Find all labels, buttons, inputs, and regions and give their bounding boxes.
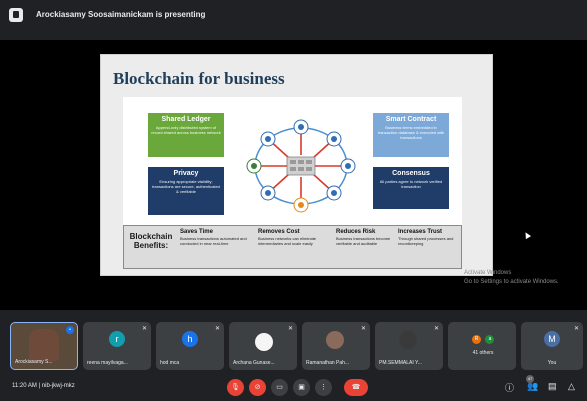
others-tile[interactable]: R a 41 others (448, 322, 516, 370)
participant-name: Ramanathan Pah... (306, 360, 350, 366)
benefits-label-line1: Blockchain (129, 232, 173, 241)
camera-off-icon[interactable]: ⊘ (249, 379, 266, 396)
more-options-icon[interactable]: ⋮ (315, 379, 332, 396)
bottom-control-bar: 11:20 AM | nib-jkwj-mkz 🎙 ⊘ ▭ ▣ ⋮ ☎ ⓘ 👥 … (0, 374, 587, 401)
activate-windows-hint: Go to Settings to activate Windows. (464, 279, 559, 285)
participant-tile[interactable]: ✕ Archana Gunase... (229, 322, 297, 370)
end-call-icon[interactable]: ☎ (344, 379, 368, 396)
benefits-label: Blockchain Benefits: (127, 232, 175, 250)
shared-ledger-desc: Append-only distributed system of record… (151, 125, 221, 135)
avatar (326, 331, 344, 349)
participant-tile[interactable]: • Arockiasamy S... (10, 322, 78, 370)
avatar: R (472, 335, 481, 344)
smart-contract-title: Smart Contract (385, 116, 437, 123)
shared-ledger-title: Shared Ledger (161, 116, 211, 123)
mic-off-icon[interactable]: 🎙 (227, 379, 244, 396)
privacy-box: Privacy Ensuring appropriate visibility;… (148, 167, 224, 215)
consensus-desc: All parties agree to network verified tr… (379, 179, 443, 189)
benefit-desc: Business networks can eliminate intermed… (258, 236, 317, 246)
participant-tile[interactable]: ✕ Ramanathan Pah... (302, 322, 370, 370)
participant-name: Arockiasamy S... (15, 359, 53, 365)
participant-name: Archana Gunase... (233, 360, 275, 366)
slide-title: Blockchain for business (113, 69, 285, 88)
participant-tile[interactable]: h ✕ hod mca (156, 322, 224, 370)
presentation-icon (9, 8, 23, 22)
smart-contract-desc: Business terms embedded in transaction d… (377, 125, 445, 140)
benefit-reduces-risk: Reduces Risk Business transactions becom… (336, 229, 404, 246)
benefit-heading: Increases Trust (398, 229, 443, 235)
smart-contract-box: Smart Contract Business terms embedded i… (373, 113, 449, 157)
benefit-desc: Through shared processes and recordkeepi… (398, 236, 454, 246)
benefit-saves-time: Saves Time Business transactions automat… (180, 229, 248, 246)
participant-name: You (547, 360, 557, 366)
avatar: r (109, 331, 125, 347)
mic-muted-icon: ✕ (573, 326, 579, 332)
blockchain-diagram: Shared Ledger Append-only distributed sy… (123, 97, 462, 269)
captions-icon[interactable]: ▭ (271, 379, 288, 396)
participant-name: reena mayilvaga... (87, 360, 128, 366)
participant-tile[interactable]: r ✕ reena mayilvaga... (83, 322, 151, 370)
others-avatars: R a (472, 327, 495, 345)
speaking-indicator-icon: • (66, 326, 74, 334)
activities-icon[interactable]: △ (568, 381, 575, 392)
benefits-label-line2: Benefits: (133, 241, 169, 250)
others-count: 41 others (472, 350, 494, 356)
ledger-icon (286, 156, 316, 176)
meeting-time-code: 11:20 AM | nib-jkwj-mkz (12, 383, 75, 389)
network-hub-graphic (246, 119, 356, 213)
top-bar: Arockiasamy Soosaimanickam is presenting (0, 0, 587, 30)
mic-muted-icon: ✕ (287, 326, 293, 332)
participant-tile[interactable]: ✕ PM.SEMMALAI Y... (375, 322, 443, 370)
mic-muted-icon: ✕ (433, 326, 439, 332)
privacy-desc: Ensuring appropriate visibility; transac… (152, 179, 220, 194)
avatar: M (544, 331, 560, 347)
avatar: h (182, 331, 198, 347)
info-icon[interactable]: ⓘ (505, 381, 514, 394)
mic-muted-icon: ✕ (214, 326, 220, 332)
mic-muted-icon: ✕ (141, 326, 147, 332)
consensus-title: Consensus (392, 170, 430, 177)
consensus-box: Consensus All parties agree to network v… (373, 167, 449, 209)
participant-name: hod mca (160, 360, 180, 366)
mic-muted-icon: ✕ (360, 326, 366, 332)
privacy-title: Privacy (173, 170, 199, 177)
activate-windows-title: Activate Windows (464, 270, 512, 276)
avatar (399, 331, 417, 349)
people-count-badge: 47 (526, 375, 534, 383)
chat-icon[interactable]: ▤ (548, 381, 557, 392)
present-icon[interactable]: ▣ (293, 379, 310, 396)
benefit-removes-cost: Removes Cost Business networks can elimi… (258, 229, 326, 246)
participant-video (29, 329, 59, 361)
avatar: a (485, 335, 495, 344)
benefit-heading: Reduces Risk (336, 229, 376, 235)
participant-name: PM.SEMMALAI Y... (379, 360, 422, 366)
benefit-increases-trust: Increases Trust Through shared processes… (398, 229, 460, 246)
participant-strip: • Arockiasamy S... r ✕ reena mayilvaga..… (0, 322, 587, 372)
self-tile[interactable]: M ✕ You (521, 322, 583, 370)
benefit-heading: Saves Time (180, 229, 213, 235)
shared-slide: Blockchain for business Shared Ledger Ap… (100, 54, 493, 276)
presenting-banner: Arockiasamy Soosaimanickam is presenting (36, 10, 206, 19)
benefit-heading: Removes Cost (258, 229, 300, 235)
mouse-cursor-icon (522, 230, 532, 240)
benefits-bar: Blockchain Benefits: Saves Time Business… (123, 225, 462, 269)
presentation-stage[interactable]: Blockchain for business Shared Ledger Ap… (0, 40, 587, 310)
avatar (255, 333, 273, 351)
benefit-desc: Business transactions become verifiable … (336, 236, 391, 246)
benefit-desc: Business transactions automated and cond… (180, 236, 247, 246)
shared-ledger-box: Shared Ledger Append-only distributed sy… (148, 113, 224, 157)
